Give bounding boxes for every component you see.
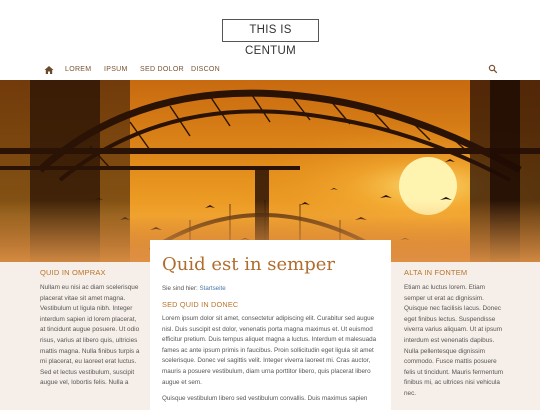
site-logo[interactable]: THIS IS CENTUM bbox=[222, 19, 319, 57]
main-content-card: Quid est in semper Sie sind hier: Starts… bbox=[150, 240, 391, 410]
nav-item-discon[interactable]: DISCON bbox=[191, 66, 220, 73]
left-sidebar: QUID IN OMPRAX Nullam eu nisi ac diam sc… bbox=[40, 268, 140, 389]
breadcrumb-link-startseite[interactable]: Startseite bbox=[200, 285, 226, 292]
main-nav: LOREM IPSUM SED DOLOR DISCON bbox=[0, 60, 540, 80]
breadcrumb: Sie sind hier: Startseite bbox=[162, 285, 226, 292]
right-heading: ALTA IN FONTEM bbox=[404, 268, 468, 277]
right-text: Etiam ac luctus lorem. Etiam semper ut e… bbox=[404, 284, 504, 397]
left-text: Nullam eu nisi ac diam scelerisque place… bbox=[40, 284, 140, 387]
main-paragraph-1: Lorem ipsum dolor sit amet, consectetur … bbox=[162, 315, 377, 386]
nav-item-lorem[interactable]: LOREM bbox=[65, 66, 91, 73]
home-icon[interactable] bbox=[44, 65, 54, 75]
main-subheading: SED QUID IN DONEC bbox=[162, 300, 239, 309]
search-icon[interactable] bbox=[488, 64, 498, 74]
breadcrumb-prefix: Sie sind hier: bbox=[162, 285, 198, 292]
nav-item-sed-dolor[interactable]: SED DOLOR bbox=[140, 66, 184, 73]
nav-item-ipsum[interactable]: IPSUM bbox=[104, 66, 128, 73]
right-sidebar: ALTA IN FONTEM Etiam ac luctus lorem. Et… bbox=[404, 268, 504, 400]
site-header: THIS IS CENTUM LOREM IPSUM SED DOLOR DIS… bbox=[0, 0, 540, 80]
hero-image bbox=[0, 80, 540, 262]
left-heading: QUID IN OMPRAX bbox=[40, 268, 106, 277]
main-paragraph-2: Quisque vestibulum libero sed vestibulum… bbox=[162, 395, 368, 402]
page-title: Quid est in semper bbox=[162, 254, 336, 275]
